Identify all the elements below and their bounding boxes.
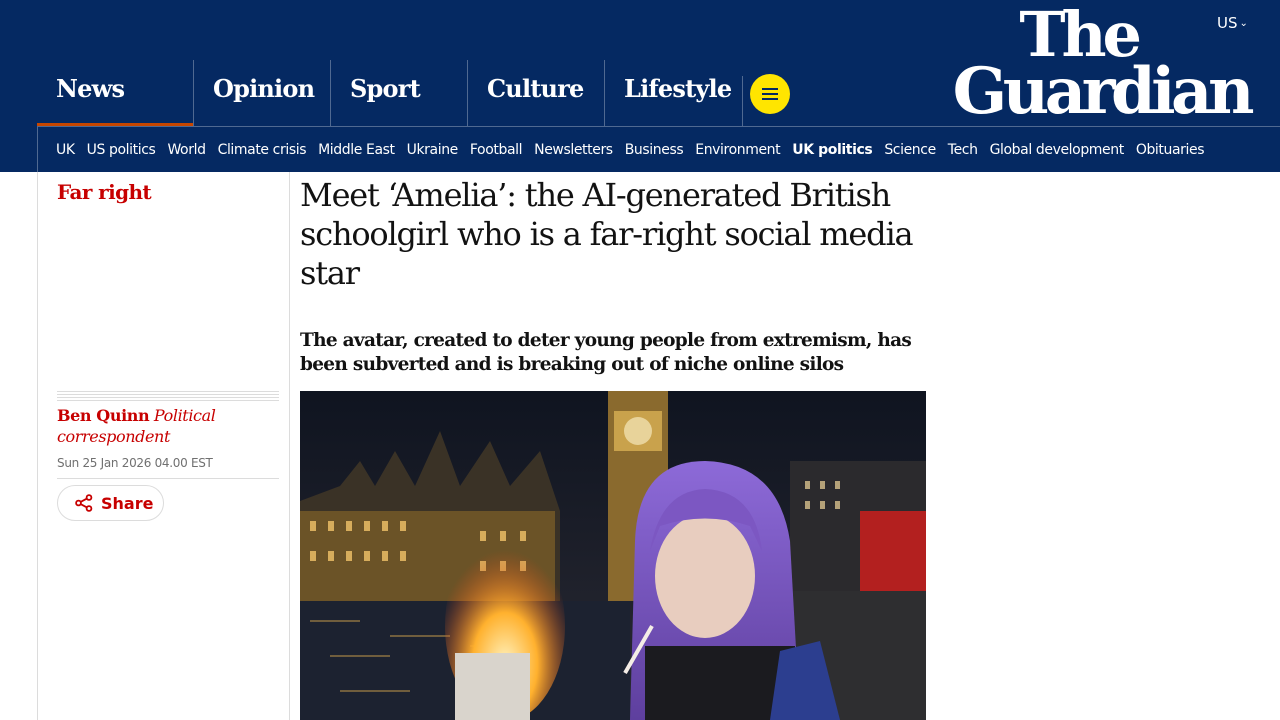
pillar-culture[interactable]: Culture <box>467 60 604 127</box>
hamburger-icon[interactable] <box>762 88 778 90</box>
subnav: UK US politics World Climate crisis Midd… <box>37 126 1280 172</box>
logo-line-2[interactable]: Guardian <box>918 60 1255 124</box>
pillar-opinion[interactable]: Opinion <box>193 60 330 127</box>
subnav-item-obituaries[interactable]: Obituaries <box>1136 142 1205 158</box>
nav-divider <box>742 76 743 126</box>
column-divider <box>37 172 38 720</box>
pillar-label[interactable]: Opinion <box>213 74 315 103</box>
meta-divider <box>57 391 279 403</box>
subnav-item-uk-politics[interactable]: UK politics <box>792 142 872 158</box>
pillar-lifestyle[interactable]: Lifestyle <box>604 60 741 127</box>
column-divider <box>289 172 290 720</box>
subnav-item-climate-crisis[interactable]: Climate crisis <box>218 142 307 158</box>
byline: Ben Quinn Political correspondent <box>57 405 279 447</box>
section-kicker[interactable]: Far right <box>57 180 152 204</box>
meta-divider <box>57 478 279 479</box>
subnav-item-us-politics[interactable]: US politics <box>87 142 156 158</box>
pillar-label[interactable]: Culture <box>487 74 584 103</box>
article-main-image <box>300 391 926 720</box>
subnav-item-world[interactable]: World <box>167 142 206 158</box>
subnav-item-middle-east[interactable]: Middle East <box>318 142 395 158</box>
pillar-label[interactable]: Sport <box>350 74 421 103</box>
menu-button[interactable] <box>750 74 790 114</box>
subnav-item-newsletters[interactable]: Newsletters <box>534 142 613 158</box>
pillar-sport[interactable]: Sport <box>330 60 467 127</box>
pillar-label[interactable]: Lifestyle <box>624 74 732 103</box>
masthead: US ⌄ The Guardian News Opinion Sport Cult… <box>0 0 1280 172</box>
subnav-item-science[interactable]: Science <box>884 142 936 158</box>
author-name[interactable]: Ben Quinn <box>57 406 150 425</box>
share-button[interactable]: Share <box>57 485 164 521</box>
subnav-item-environment[interactable]: Environment <box>695 142 780 158</box>
hamburger-icon[interactable] <box>762 98 778 100</box>
night-westminster-illustration <box>300 391 926 720</box>
subnav-item-uk[interactable]: UK <box>56 142 75 158</box>
subnav-item-football[interactable]: Football <box>470 142 523 158</box>
hamburger-icon[interactable] <box>762 93 778 95</box>
article-standfirst: The avatar, created to deter young peopl… <box>300 330 912 375</box>
pillar-news[interactable]: News <box>37 60 193 127</box>
subnav-item-business[interactable]: Business <box>625 142 684 158</box>
share-label: Share <box>101 493 154 513</box>
pillar-nav: News Opinion Sport Culture Lifestyle <box>37 60 741 127</box>
subnav-item-tech[interactable]: Tech <box>948 142 978 158</box>
guardian-logo[interactable]: The Guardian <box>918 4 1255 124</box>
share-icon <box>75 494 93 512</box>
subnav-item-global-development[interactable]: Global development <box>990 142 1125 158</box>
article-headline: Meet ‘Amelia’: the AI-generated British … <box>300 176 914 292</box>
publish-date: Sun 25 Jan 2026 04.00 EST <box>57 456 213 470</box>
pillar-label[interactable]: News <box>56 74 125 103</box>
subnav-item-ukraine[interactable]: Ukraine <box>407 142 459 158</box>
